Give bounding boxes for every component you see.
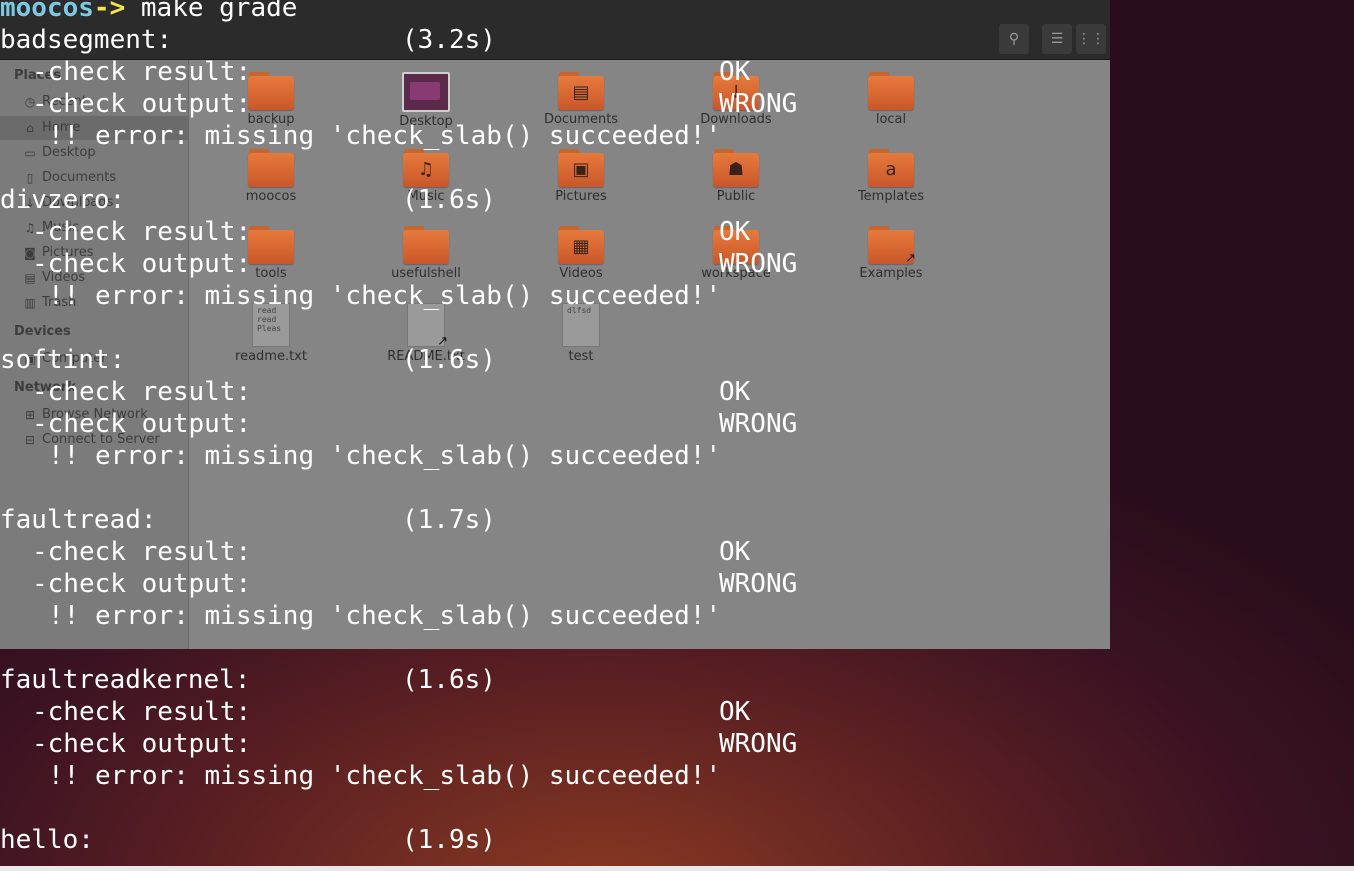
sidebar-item-computer[interactable]: ▣ Computer xyxy=(0,347,188,371)
file-item-music[interactable]: ♫ Music xyxy=(366,149,486,204)
sidebar-item-documents[interactable]: ▯ Documents xyxy=(0,166,188,190)
templates-folder-icon: a xyxy=(868,149,914,187)
videos-folder-icon: ▦ xyxy=(558,226,604,264)
sidebar-item-connect-to-server[interactable]: ⊟ Connect to Server xyxy=(0,428,188,452)
file-item-usefulshell[interactable]: usefulshell xyxy=(366,226,486,281)
file-item-desktop[interactable]: Desktop xyxy=(366,72,486,129)
file-item-documents[interactable]: ▤ Documents xyxy=(521,72,641,127)
file-item-public[interactable]: ☗ Public xyxy=(676,149,796,204)
sidebar-item-pictures[interactable]: ◙ Pictures xyxy=(0,241,188,265)
test-name: faultreadkernel: xyxy=(0,665,251,695)
search-button[interactable]: ⚲ xyxy=(999,24,1029,54)
bottom-strip xyxy=(0,866,1354,871)
folder-icon xyxy=(248,149,294,187)
sidebar-item-music[interactable]: ♫ Music xyxy=(0,216,188,240)
text-file-icon: read read Pleas xyxy=(252,303,290,347)
file-item-readme-upper-txt[interactable]: ↗ README.txt xyxy=(366,303,486,364)
sidebar-item-videos[interactable]: ▤ Videos xyxy=(0,266,188,290)
file-item-readme-txt[interactable]: read read Pleas readme.txt xyxy=(211,303,331,364)
grid-view-button[interactable]: ⋮⋮ xyxy=(1076,24,1106,54)
folder-icon xyxy=(248,226,294,264)
test-time: (1.6s) xyxy=(402,665,496,695)
check-result-label: -check result: xyxy=(32,697,252,727)
pictures-icon: ◙ xyxy=(24,246,36,260)
documents-folder-icon: ▤ xyxy=(558,72,604,110)
file-item-downloads[interactable]: ↓ Downloads xyxy=(676,72,796,127)
file-item-test[interactable]: dlfsd test xyxy=(521,303,641,364)
network-icon: ⊞ xyxy=(24,408,36,422)
videos-icon: ▤ xyxy=(24,271,36,285)
file-item-videos[interactable]: ▦ Videos xyxy=(521,226,641,281)
text-file-icon: dlfsd xyxy=(562,303,600,347)
recent-icon: ◷ xyxy=(24,95,36,109)
check-result-status: OK xyxy=(719,697,751,727)
check-output-status: WRONG xyxy=(719,729,798,759)
sidebar-item-browse-network[interactable]: ⊞ Browse Network xyxy=(0,403,188,427)
folder-link-icon: ↗ xyxy=(868,226,916,266)
file-item-workspace[interactable]: workspace xyxy=(676,226,796,281)
search-icon: ⚲ xyxy=(1008,31,1020,47)
sidebar-heading-places: Places xyxy=(14,68,62,83)
folder-icon xyxy=(248,72,294,110)
sidebar-item-desktop[interactable]: ▭ Desktop xyxy=(0,141,188,165)
desktop-icon: ▭ xyxy=(24,146,36,160)
home-icon: ⌂ xyxy=(26,121,34,135)
test-name: hello: xyxy=(0,825,94,855)
sidebar-item-trash[interactable]: ▥ Trash xyxy=(0,291,188,315)
music-folder-icon: ♫ xyxy=(403,149,449,187)
documents-icon: ▯ xyxy=(26,171,34,185)
test-time: (1.9s) xyxy=(402,825,496,855)
trash-icon: ▥ xyxy=(24,296,36,310)
sidebar-heading-devices: Devices xyxy=(14,324,71,339)
file-manager-window: ⚲ ☰ ⋮⋮ Places ◷ Recent ⌂ Home ▭ Desktop ▯ Do… xyxy=(0,0,1110,649)
sidebar-item-home[interactable]: ⌂ Home xyxy=(0,116,188,140)
file-item-backup[interactable]: backup xyxy=(211,72,331,127)
folder-icon xyxy=(403,226,449,264)
file-item-templates[interactable]: a Templates xyxy=(831,149,951,204)
public-folder-icon: ☗ xyxy=(713,149,759,187)
folder-icon xyxy=(868,72,914,110)
pictures-folder-icon: ▣ xyxy=(558,149,604,187)
computer-icon: ▣ xyxy=(24,352,36,366)
file-item-local[interactable]: local xyxy=(831,72,951,127)
downloads-icon: ↓ xyxy=(24,196,36,210)
list-view-button[interactable]: ☰ xyxy=(1042,24,1072,54)
file-manager-header: ⚲ ☰ ⋮⋮ xyxy=(0,0,1110,60)
folder-icon xyxy=(713,226,759,264)
file-item-examples[interactable]: ↗ Examples xyxy=(831,226,951,281)
file-item-moocos[interactable]: moocos xyxy=(211,149,331,204)
file-item-pictures[interactable]: ▣ Pictures xyxy=(521,149,641,204)
check-output-label: -check output: xyxy=(32,729,252,759)
list-view-icon: ☰ xyxy=(1050,31,1064,47)
sidebar-item-recent[interactable]: ◷ Recent xyxy=(0,90,188,114)
desktop-folder-icon xyxy=(402,72,450,112)
downloads-folder-icon: ↓ xyxy=(713,72,759,110)
error-message: !! error: missing 'check_slab() succeede… xyxy=(48,761,722,791)
sidebar: Places ◷ Recent ⌂ Home ▭ Desktop ▯ Documents… xyxy=(0,60,189,649)
music-icon: ♫ xyxy=(24,221,36,235)
sidebar-heading-network: Network xyxy=(14,380,76,395)
text-file-link-icon: ↗ xyxy=(407,303,448,349)
server-icon: ⊟ xyxy=(24,433,36,447)
sidebar-item-downloads[interactable]: ↓ Downloads xyxy=(0,191,188,215)
file-item-tools[interactable]: tools xyxy=(211,226,331,281)
grid-view-icon: ⋮⋮ xyxy=(1077,31,1105,47)
